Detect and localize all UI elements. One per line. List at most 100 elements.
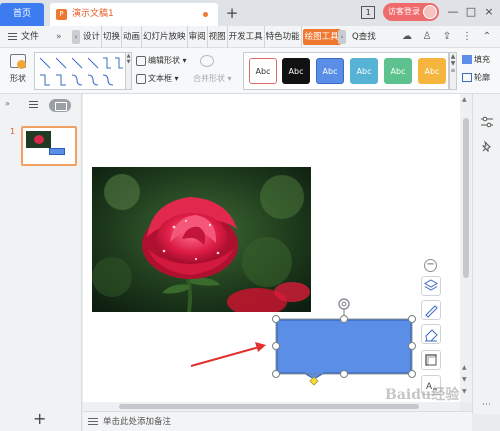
ribbon: 形状 ▲ ▼ 编辑形状 ▾ 文本框 ▾ 合并形状 ▾ Abc Abc Abc A… bbox=[0, 48, 500, 94]
cloud-icon[interactable]: ☁ bbox=[400, 30, 414, 44]
style-option-5[interactable]: Abc bbox=[384, 58, 412, 84]
tab-bar: 首页 P 演示文稿1 + 1 访客登录 — □ × bbox=[0, 0, 500, 26]
fill-button[interactable]: 填充 bbox=[462, 54, 490, 65]
line-shapes-icon bbox=[39, 57, 123, 86]
editing-canvas: − A bbox=[83, 94, 460, 402]
style-option-1[interactable]: Abc bbox=[249, 58, 277, 84]
avatar bbox=[423, 5, 437, 19]
notes-bar[interactable]: 单击此处添加备注 bbox=[83, 411, 472, 431]
tab-home[interactable]: 首页 bbox=[0, 3, 44, 26]
search-button[interactable]: Q查找 bbox=[352, 29, 386, 45]
textbox-button[interactable]: 文本框 ▾ bbox=[136, 72, 179, 86]
file-menu[interactable]: 文件 bbox=[8, 26, 39, 48]
crop-icon[interactable] bbox=[421, 350, 441, 370]
edit-shape-icon bbox=[136, 55, 146, 66]
page-up-icon[interactable]: ▲ bbox=[462, 364, 467, 371]
red-arrow-annotation bbox=[190, 342, 266, 367]
maximize-button[interactable]: □ bbox=[464, 4, 478, 20]
rotate-handle[interactable] bbox=[338, 298, 350, 310]
menu-item-view[interactable]: 视图 bbox=[208, 26, 228, 48]
collapse-ribbon-icon[interactable]: ⌃ bbox=[480, 30, 494, 44]
menu-item-special[interactable]: 特色功能 bbox=[265, 26, 302, 48]
unsaved-dot-icon bbox=[203, 12, 208, 17]
menu-item-animation[interactable]: 动画 bbox=[122, 26, 143, 48]
merge-shape-label: 合并形状 bbox=[193, 74, 225, 83]
merge-shape-button[interactable]: 合并形状 ▾ bbox=[193, 72, 232, 86]
gallery-scroll-icon[interactable]: ▲ ▼ bbox=[126, 52, 132, 90]
merge-shape-icon-wrap bbox=[200, 54, 216, 68]
watermark: Baidu经验 bbox=[385, 387, 460, 403]
menu-item-slideshow[interactable]: 幻灯片放映 bbox=[142, 26, 188, 48]
tab-document[interactable]: P 演示文稿1 bbox=[50, 3, 218, 26]
menu-item-review[interactable]: 审阅 bbox=[188, 26, 208, 48]
eraser-icon[interactable] bbox=[421, 324, 441, 344]
shape-button[interactable]: 形状 bbox=[4, 52, 32, 90]
slides-view-icon[interactable] bbox=[49, 99, 71, 112]
thumbnail-rectangle bbox=[49, 148, 65, 155]
menu-bar: 文件 » ‹ 设计 切换 动画 幻灯片放映 审阅 视图 开发工具 特色功能 绘图… bbox=[0, 26, 500, 48]
outline-view-icon[interactable] bbox=[29, 101, 38, 110]
slide-thumbnail[interactable] bbox=[21, 126, 77, 166]
outline-icon bbox=[462, 73, 472, 82]
document-title: 演示文稿1 bbox=[72, 9, 114, 19]
collapse-toolbar-icon[interactable]: − bbox=[424, 259, 437, 272]
edit-shape-button[interactable]: 编辑形状 ▾ bbox=[136, 54, 187, 68]
menu-scroll-left-icon[interactable]: ‹ bbox=[72, 30, 80, 44]
style-option-6[interactable]: Abc bbox=[418, 58, 446, 84]
share-icon[interactable]: ⇪ bbox=[440, 30, 454, 44]
slide[interactable]: − A bbox=[83, 94, 460, 402]
menu-item-developer[interactable]: 开发工具 bbox=[228, 26, 265, 48]
scroll-down-icon[interactable]: ▼ bbox=[462, 388, 467, 395]
notes-placeholder: 单击此处添加备注 bbox=[103, 417, 172, 427]
style-option-4[interactable]: Abc bbox=[350, 58, 378, 84]
slide-number: 1 bbox=[10, 127, 16, 136]
new-tab-button[interactable]: + bbox=[224, 4, 240, 22]
more-options-icon[interactable]: ⋯ bbox=[482, 400, 491, 410]
outline-label: 轮廓 bbox=[474, 73, 490, 82]
shape-icon bbox=[10, 54, 26, 69]
textbox-label: 文本框 bbox=[148, 74, 172, 83]
edit-shape-label: 编辑形状 bbox=[148, 56, 180, 65]
menu-item-transition[interactable]: 切换 bbox=[102, 26, 123, 48]
window-count-button[interactable]: 1 bbox=[361, 6, 375, 19]
right-task-pane: ⋯ bbox=[472, 94, 500, 414]
layers-icon[interactable] bbox=[421, 276, 441, 296]
shape-style-gallery: Abc Abc Abc Abc Abc Abc bbox=[243, 52, 449, 90]
menu-items: 设计 切换 动画 幻灯片放映 审阅 视图 开发工具 特色功能 绘图工具 bbox=[82, 26, 342, 48]
file-menu-label: 文件 bbox=[21, 32, 40, 42]
menu-item-design[interactable]: 设计 bbox=[82, 26, 103, 48]
menu-item-drawing-tools[interactable]: 绘图工具 bbox=[302, 29, 341, 45]
adjust-handle[interactable] bbox=[309, 376, 319, 386]
notes-icon bbox=[88, 418, 98, 426]
pin-icon[interactable] bbox=[480, 140, 494, 154]
pen-icon[interactable] bbox=[421, 300, 441, 320]
textbox-icon bbox=[136, 73, 146, 84]
fill-label: 填充 bbox=[474, 55, 490, 64]
vertical-scrollbar[interactable]: ▲ ▲ ▼ ▼ bbox=[460, 94, 472, 402]
page-down-icon[interactable]: ▼ bbox=[462, 376, 467, 383]
outline-button[interactable]: 轮廓 bbox=[462, 72, 490, 83]
merge-shape-icon bbox=[200, 54, 214, 67]
scroll-up-icon[interactable]: ▲ bbox=[462, 96, 467, 103]
expand-panel-icon[interactable]: » bbox=[5, 99, 10, 108]
more-dots-icon[interactable]: ⋮ bbox=[460, 30, 474, 44]
style-option-2[interactable]: Abc bbox=[282, 58, 310, 84]
shape-gallery[interactable] bbox=[34, 52, 126, 90]
share-user-icon[interactable]: ♙ bbox=[420, 30, 434, 44]
vertical-scroll-thumb[interactable] bbox=[463, 118, 469, 278]
menu-scroll-right-icon[interactable]: › bbox=[338, 30, 346, 44]
properties-icon[interactable] bbox=[480, 116, 494, 128]
fill-icon bbox=[462, 55, 472, 64]
style-scroll-icon[interactable]: ▲ ▼ ≡ bbox=[449, 52, 457, 90]
minimize-button[interactable]: — bbox=[446, 4, 460, 20]
style-option-3[interactable]: Abc bbox=[316, 58, 344, 84]
horizontal-scroll-thumb[interactable] bbox=[119, 404, 419, 409]
selected-shape-layer bbox=[190, 298, 416, 386]
add-slide-button[interactable]: + bbox=[33, 409, 46, 428]
shape-label: 形状 bbox=[10, 74, 26, 83]
guest-login-label: 访客登录 bbox=[388, 7, 420, 16]
slide-panel: » 1 + bbox=[0, 94, 82, 431]
guest-login-button[interactable]: 访客登录 bbox=[383, 3, 439, 21]
more-menu-button[interactable]: » bbox=[56, 26, 62, 48]
close-button[interactable]: × bbox=[482, 4, 496, 20]
